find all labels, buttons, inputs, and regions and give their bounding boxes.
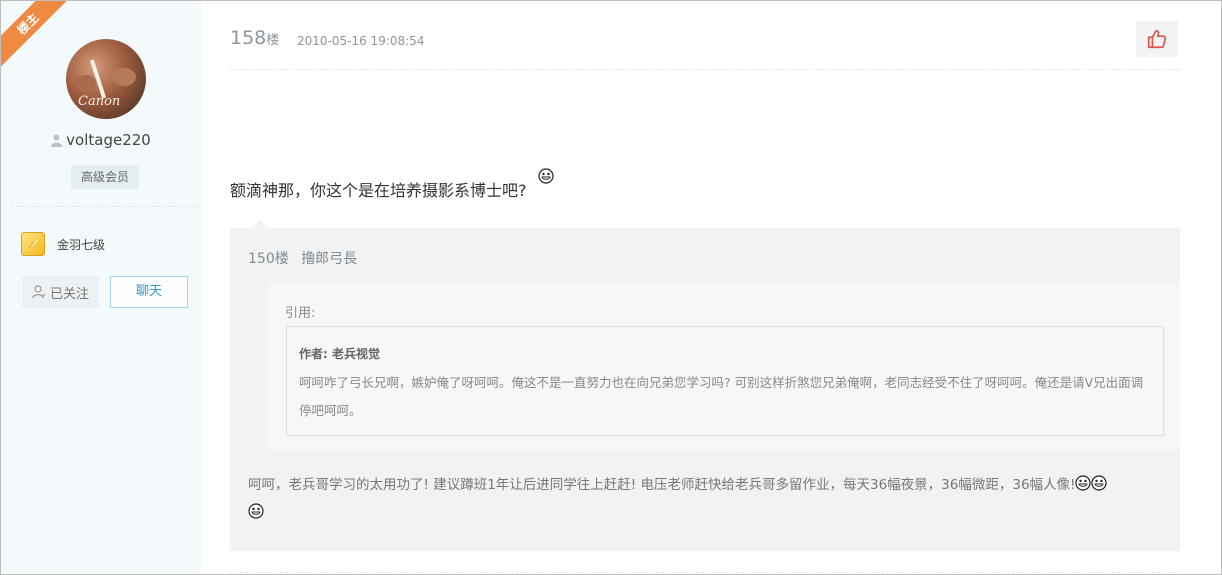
quote-content: 作者: 老兵视觉 呵呵咋了弓长兄啊，嫉妒俺了呀呵呵。俺这不是一直努力也在向兄弟您… xyxy=(286,326,1164,436)
reply-box: 150楼 撸郎弓長 引用: 作者: 老兵视觉 呵呵咋了弓长兄啊，嫉妒俺了呀呵呵。… xyxy=(230,220,1180,551)
reply-text: 呵呵，老兵哥学习的太用功了! 建议蹲班1年让后进同学往上赶赶! 电压老师赶快给老… xyxy=(248,471,1158,527)
post-timestamp: 2010-05-16 19:08:54 xyxy=(297,34,425,48)
reply-meta: 150楼 撸郎弓長 xyxy=(248,248,357,268)
member-level-badge: 高级会员 xyxy=(71,165,139,189)
quote-block: 引用: 作者: 老兵视觉 呵呵咋了弓长兄啊，嫉妒俺了呀呵呵。俺这不是一直努力也在… xyxy=(267,282,1180,450)
like-button[interactable] xyxy=(1136,21,1178,57)
thread-starter-ribbon: 楼主 xyxy=(1,1,71,67)
followed-button[interactable]: 已关注 xyxy=(22,276,99,308)
post-frame: 楼主 Canon voltage220 高级会员 金羽七级 已关注 聊天 158… xyxy=(0,0,1222,575)
grin-emoji-icon xyxy=(1075,473,1092,491)
username-row: voltage220 xyxy=(1,131,201,151)
thumbs-up-icon xyxy=(1147,29,1167,49)
header-divider xyxy=(230,69,1180,70)
author-sidebar: 楼主 Canon voltage220 高级会员 金羽七级 已关注 聊天 xyxy=(1,1,201,574)
grin-emoji-icon xyxy=(538,168,554,184)
svg-text:Canon: Canon xyxy=(78,94,120,109)
grin-emoji-icon xyxy=(1091,473,1108,491)
user-icon xyxy=(51,133,63,151)
reply-author[interactable]: 撸郎弓長 xyxy=(301,251,357,267)
bottom-divider xyxy=(230,572,1180,573)
post-body: 额滴神那，你这个是在培养摄影系博士吧? xyxy=(230,181,527,200)
grin-emoji-icon xyxy=(248,501,264,519)
followed-button-label: 已关注 xyxy=(49,286,89,302)
reply-floor[interactable]: 150楼 xyxy=(248,251,289,267)
quote-title: 引用: xyxy=(285,306,316,321)
avatar[interactable]: Canon xyxy=(66,39,146,119)
feather-rank-icon xyxy=(21,232,45,256)
sidebar-divider xyxy=(11,206,201,207)
user-check-icon xyxy=(32,285,46,299)
floor-number: 158楼 xyxy=(230,27,280,49)
chat-button[interactable]: 聊天 xyxy=(110,276,188,308)
username[interactable]: voltage220 xyxy=(66,131,151,149)
quote-text: 呵呵咋了弓长兄啊，嫉妒俺了呀呵呵。俺这不是一直努力也在向兄弟您学习吗? 可别这样… xyxy=(299,375,1144,418)
rank-label: 金羽七级 xyxy=(57,237,106,252)
quote-author: 作者: 老兵视觉 xyxy=(299,347,380,361)
rank-row: 金羽七级 xyxy=(21,231,105,257)
